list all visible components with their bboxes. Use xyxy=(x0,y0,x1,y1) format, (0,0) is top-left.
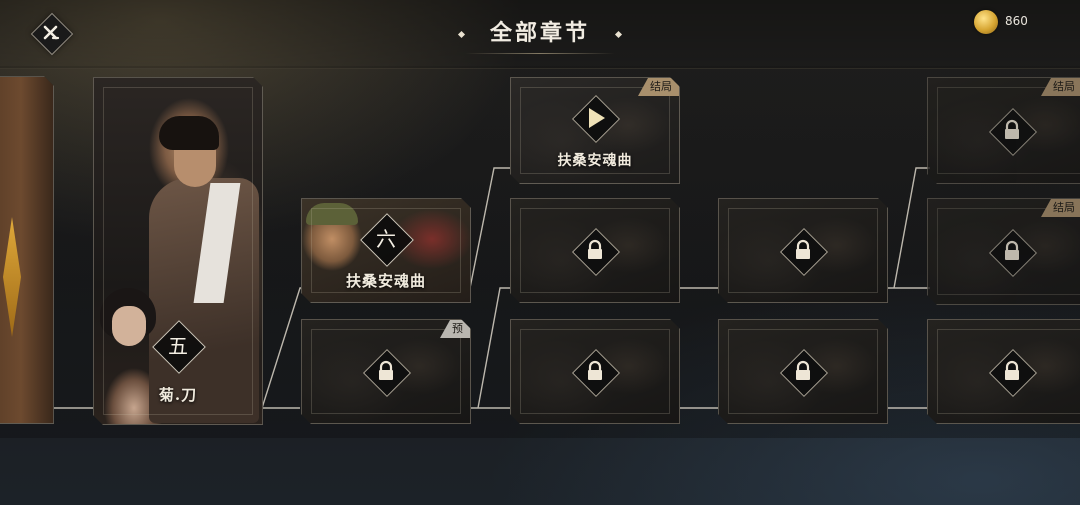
art-ornament xyxy=(3,217,21,337)
chapter-card-preview[interactable]: 预 xyxy=(301,319,471,424)
chapter-number-badge: 五 xyxy=(152,320,204,372)
ending-title: 扶桑安魂曲 xyxy=(557,153,633,169)
lock-icon xyxy=(1002,360,1022,382)
locked-chapter-card[interactable] xyxy=(718,198,888,303)
chapter-art xyxy=(0,77,53,423)
lock-icon xyxy=(585,360,605,382)
lock-icon xyxy=(376,360,396,382)
play-badge xyxy=(572,95,618,141)
locked-chapter-card[interactable] xyxy=(510,198,680,303)
lock-badge xyxy=(363,349,409,395)
ending-card-2[interactable]: 结局 xyxy=(927,77,1080,184)
play-icon xyxy=(585,106,607,130)
locked-chapter-card[interactable] xyxy=(510,319,680,424)
connector-line xyxy=(477,287,512,409)
lock-icon xyxy=(793,239,813,261)
locked-chapter-card[interactable] xyxy=(927,319,1080,424)
connector-line xyxy=(261,287,304,409)
lock-badge xyxy=(780,228,826,274)
chapter-number-badge: 六 xyxy=(360,213,412,265)
lock-icon xyxy=(793,360,813,382)
locked-chapter-card[interactable] xyxy=(718,319,888,424)
connector-line xyxy=(893,167,930,289)
chapter-title: 扶桑安魂曲 xyxy=(345,272,426,290)
lock-badge xyxy=(989,349,1035,395)
lock-icon xyxy=(1002,240,1022,262)
chapter-card-previous[interactable] xyxy=(0,76,54,424)
chapter-title: 菊.刀 xyxy=(158,386,198,404)
lock-badge xyxy=(989,108,1035,154)
ending-card-1[interactable]: 结局 扶桑安魂曲 xyxy=(510,77,680,184)
lock-icon xyxy=(585,239,605,261)
lock-icon xyxy=(1002,119,1022,141)
ending-card-3[interactable]: 结局 xyxy=(927,198,1080,305)
chapter-card-6[interactable]: 六 扶桑安魂曲 xyxy=(301,198,471,303)
lock-badge xyxy=(989,229,1035,275)
lock-badge xyxy=(572,228,618,274)
chapter-card-5[interactable]: 五 菊.刀 xyxy=(93,77,263,425)
chapter-number: 五 xyxy=(168,334,188,358)
lock-badge xyxy=(572,349,618,395)
connector-line xyxy=(469,167,512,289)
lock-badge xyxy=(780,349,826,395)
chapter-number: 六 xyxy=(376,227,396,251)
chapter-select-screen: 全部章节 860 五 菊.刀 六 扶桑安魂曲 预 结局 扶桑安魂曲 结局 结局 xyxy=(0,0,1080,505)
